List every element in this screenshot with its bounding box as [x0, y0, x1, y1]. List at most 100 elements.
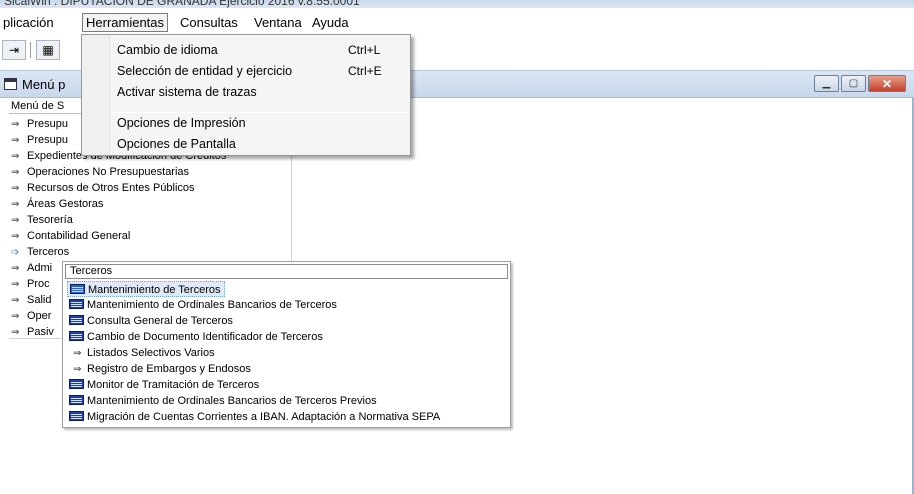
- form-icon: [69, 411, 84, 421]
- herramientas-dropdown: Cambio de idioma Ctrl+L Selección de ent…: [81, 34, 411, 156]
- tree-item-operaciones[interactable]: ⇒ Oper: [9, 308, 51, 324]
- tree-item-procesos[interactable]: ⇒ Proc: [9, 276, 50, 292]
- menu-item-label: Selección de entidad y ejercicio: [117, 64, 293, 78]
- menu-item-label: Opciones de Impresión: [117, 116, 246, 130]
- menu-item-label: Activar sistema de trazas: [117, 85, 257, 99]
- arrow-icon: ➩: [11, 247, 20, 258]
- tree-item-label: Áreas Gestoras: [27, 198, 104, 210]
- tree-item-label: Terceros: [27, 246, 70, 258]
- tree-item-areas-gestoras[interactable]: ⇒ Áreas Gestoras: [9, 196, 103, 212]
- arrow-icon: ⇒: [73, 364, 82, 375]
- submenu-item-label: Mantenimiento de Terceros: [88, 284, 221, 296]
- tree-item-operaciones-no-presupuestarias[interactable]: ⇒ Operaciones No Presupuestarias: [9, 164, 189, 180]
- arrow-icon: ⇒: [11, 215, 20, 226]
- menu-item-opciones-pantalla[interactable]: Opciones de Pantalla: [117, 134, 407, 154]
- submenu-item-label: Migración de Cuentas Corrientes a IBAN. …: [87, 411, 441, 423]
- terceros-submenu: Terceros Mantenimiento de Terceros Mante…: [62, 261, 511, 428]
- entity-icon[interactable]: ▦: [36, 40, 60, 60]
- toolbar-separator: [30, 42, 31, 58]
- menu-item-label: Cambio de idioma: [117, 43, 218, 57]
- grid-icon: [70, 284, 85, 294]
- submenu-item-label: Mantenimiento de Ordinales Bancarios de …: [87, 395, 377, 407]
- submenu-item-label: Listados Selectivos Varios: [87, 347, 215, 359]
- arrow-icon: ⇒: [11, 119, 20, 130]
- menu-gutter: [82, 35, 110, 155]
- tree-item-label: Presupu: [27, 134, 68, 146]
- tree-item-recursos-otros-entes[interactable]: ⇒ Recursos de Otros Entes Públicos: [9, 180, 195, 196]
- submenu-item-monitor-tramitacion[interactable]: Monitor de Tramitación de Terceros: [67, 377, 263, 393]
- submenu-item-ordinales-previos[interactable]: Mantenimiento de Ordinales Bancarios de …: [67, 393, 381, 409]
- submenu-item-label: Cambio de Documento Identificador de Ter…: [87, 331, 323, 343]
- submenu-item-migracion-iban[interactable]: Migración de Cuentas Corrientes a IBAN. …: [67, 409, 444, 425]
- submenu-item-label: Mantenimiento de Ordinales Bancarios de …: [87, 299, 337, 311]
- arrow-icon: ⇒: [11, 199, 20, 210]
- arrow-icon: ⇒: [11, 167, 20, 178]
- arrow-icon: ⇒: [11, 263, 20, 274]
- arrow-icon: ⇒: [11, 151, 20, 162]
- menu-item-seleccion-entidad[interactable]: Selección de entidad y ejercicio Ctrl+E: [117, 61, 407, 81]
- maximize-button[interactable]: ▢: [841, 75, 866, 92]
- submenu-item-label: Consulta General de Terceros: [87, 315, 233, 327]
- arrow-icon: ⇒: [11, 135, 20, 146]
- form-icon: [69, 395, 84, 405]
- tree-item-label: Salid: [27, 294, 52, 306]
- menu-item-shortcut: Ctrl+L: [348, 43, 381, 57]
- menu-item-cambio-idioma[interactable]: Cambio de idioma Ctrl+L: [117, 40, 407, 60]
- arrow-icon: ⇒: [11, 279, 20, 290]
- menu-aplicacion[interactable]: plicación: [0, 14, 57, 31]
- menu-item-activar-trazas[interactable]: Activar sistema de trazas: [117, 82, 407, 102]
- tree-item-administracion[interactable]: ⇒ Admi: [9, 260, 52, 276]
- form-icon: [69, 315, 84, 325]
- form-icon: [69, 299, 84, 309]
- submenu-item-consulta-general[interactable]: Consulta General de Terceros: [67, 313, 237, 329]
- menu-herramientas[interactable]: Herramientas: [82, 13, 169, 32]
- window-controls: ▁ ▢ ✕: [812, 75, 906, 92]
- menu-item-label: Opciones de Pantalla: [117, 137, 236, 151]
- menu-item-shortcut: Ctrl+E: [348, 64, 382, 78]
- submenu-item-label: Monitor de Tramitación de Terceros: [87, 379, 260, 391]
- tree-item-label: Recursos de Otros Entes Públicos: [27, 182, 195, 194]
- form-icon: [69, 331, 84, 341]
- tree-item-presupuesto-ingresos[interactable]: ⇒ Presupu: [9, 132, 68, 148]
- tree-item-label: Operaciones No Presupuestarias: [27, 166, 190, 178]
- menu-ayuda[interactable]: Ayuda: [309, 14, 352, 31]
- mdi-window-title: Menú p: [22, 77, 66, 92]
- menu-bar: plicación Herramientas Consultas Ventana…: [0, 8, 914, 36]
- close-button[interactable]: ✕: [868, 75, 906, 92]
- tree-item-salidas[interactable]: ⇒ Salid: [9, 292, 51, 308]
- tree-item-presupuesto-gastos[interactable]: ⇒ Presupu: [9, 116, 68, 132]
- menu-consultas[interactable]: Consultas: [177, 14, 241, 31]
- arrow-icon: ⇒: [11, 327, 20, 338]
- arrow-icon: ⇒: [11, 231, 20, 242]
- submenu-item-label: Registro de Embargos y Endosos: [87, 363, 251, 375]
- form-icon: [69, 379, 84, 389]
- arrow-icon: ⇒: [11, 183, 20, 194]
- minimize-button[interactable]: ▁: [814, 75, 839, 92]
- tree-item-terceros[interactable]: ➩ Terceros: [9, 244, 69, 260]
- tree-item-label: Presupu: [27, 118, 68, 130]
- app-title: SicalWin : DIPUTACION DE GRANADA Ejercic…: [4, 0, 360, 8]
- exit-icon[interactable]: ⇥: [2, 40, 26, 60]
- submenu-item-mantenimiento-terceros[interactable]: Mantenimiento de Terceros: [67, 281, 226, 297]
- tree-item-label: Oper: [27, 310, 52, 322]
- submenu-header: Terceros: [65, 264, 508, 279]
- submenu-item-listados-selectivos[interactable]: ⇒ Listados Selectivos Varios: [67, 345, 219, 361]
- tree-item-label: Pasiv: [27, 326, 54, 338]
- tree-item-label: Admi: [27, 262, 53, 274]
- submenu-item-registro-embargos[interactable]: ⇒ Registro de Embargos y Endosos: [67, 361, 255, 377]
- tree-item-label: Contabilidad General: [27, 230, 131, 242]
- tree-item-pasivos[interactable]: ⇒ Pasiv: [9, 324, 54, 340]
- tree-item-label: Proc: [27, 278, 50, 290]
- menu-item-opciones-impresion[interactable]: Opciones de Impresión: [117, 113, 407, 133]
- submenu-item-ordinales-bancarios[interactable]: Mantenimiento de Ordinales Bancarios de …: [67, 297, 341, 313]
- tree-item-tesoreria[interactable]: ⇒ Tesorería: [9, 212, 73, 228]
- arrow-icon: ⇒: [11, 311, 20, 322]
- menu-ventana[interactable]: Ventana: [251, 14, 305, 31]
- submenu-item-cambio-documento[interactable]: Cambio de Documento Identificador de Ter…: [67, 329, 327, 345]
- window-icon: [4, 78, 17, 90]
- tree-item-label: Tesorería: [27, 214, 73, 226]
- tree-item-contabilidad-general[interactable]: ⇒ Contabilidad General: [9, 228, 130, 244]
- arrow-icon: ⇒: [11, 295, 20, 306]
- app-titlebar: SicalWin : DIPUTACION DE GRANADA Ejercic…: [0, 0, 914, 8]
- arrow-icon: ⇒: [73, 348, 82, 359]
